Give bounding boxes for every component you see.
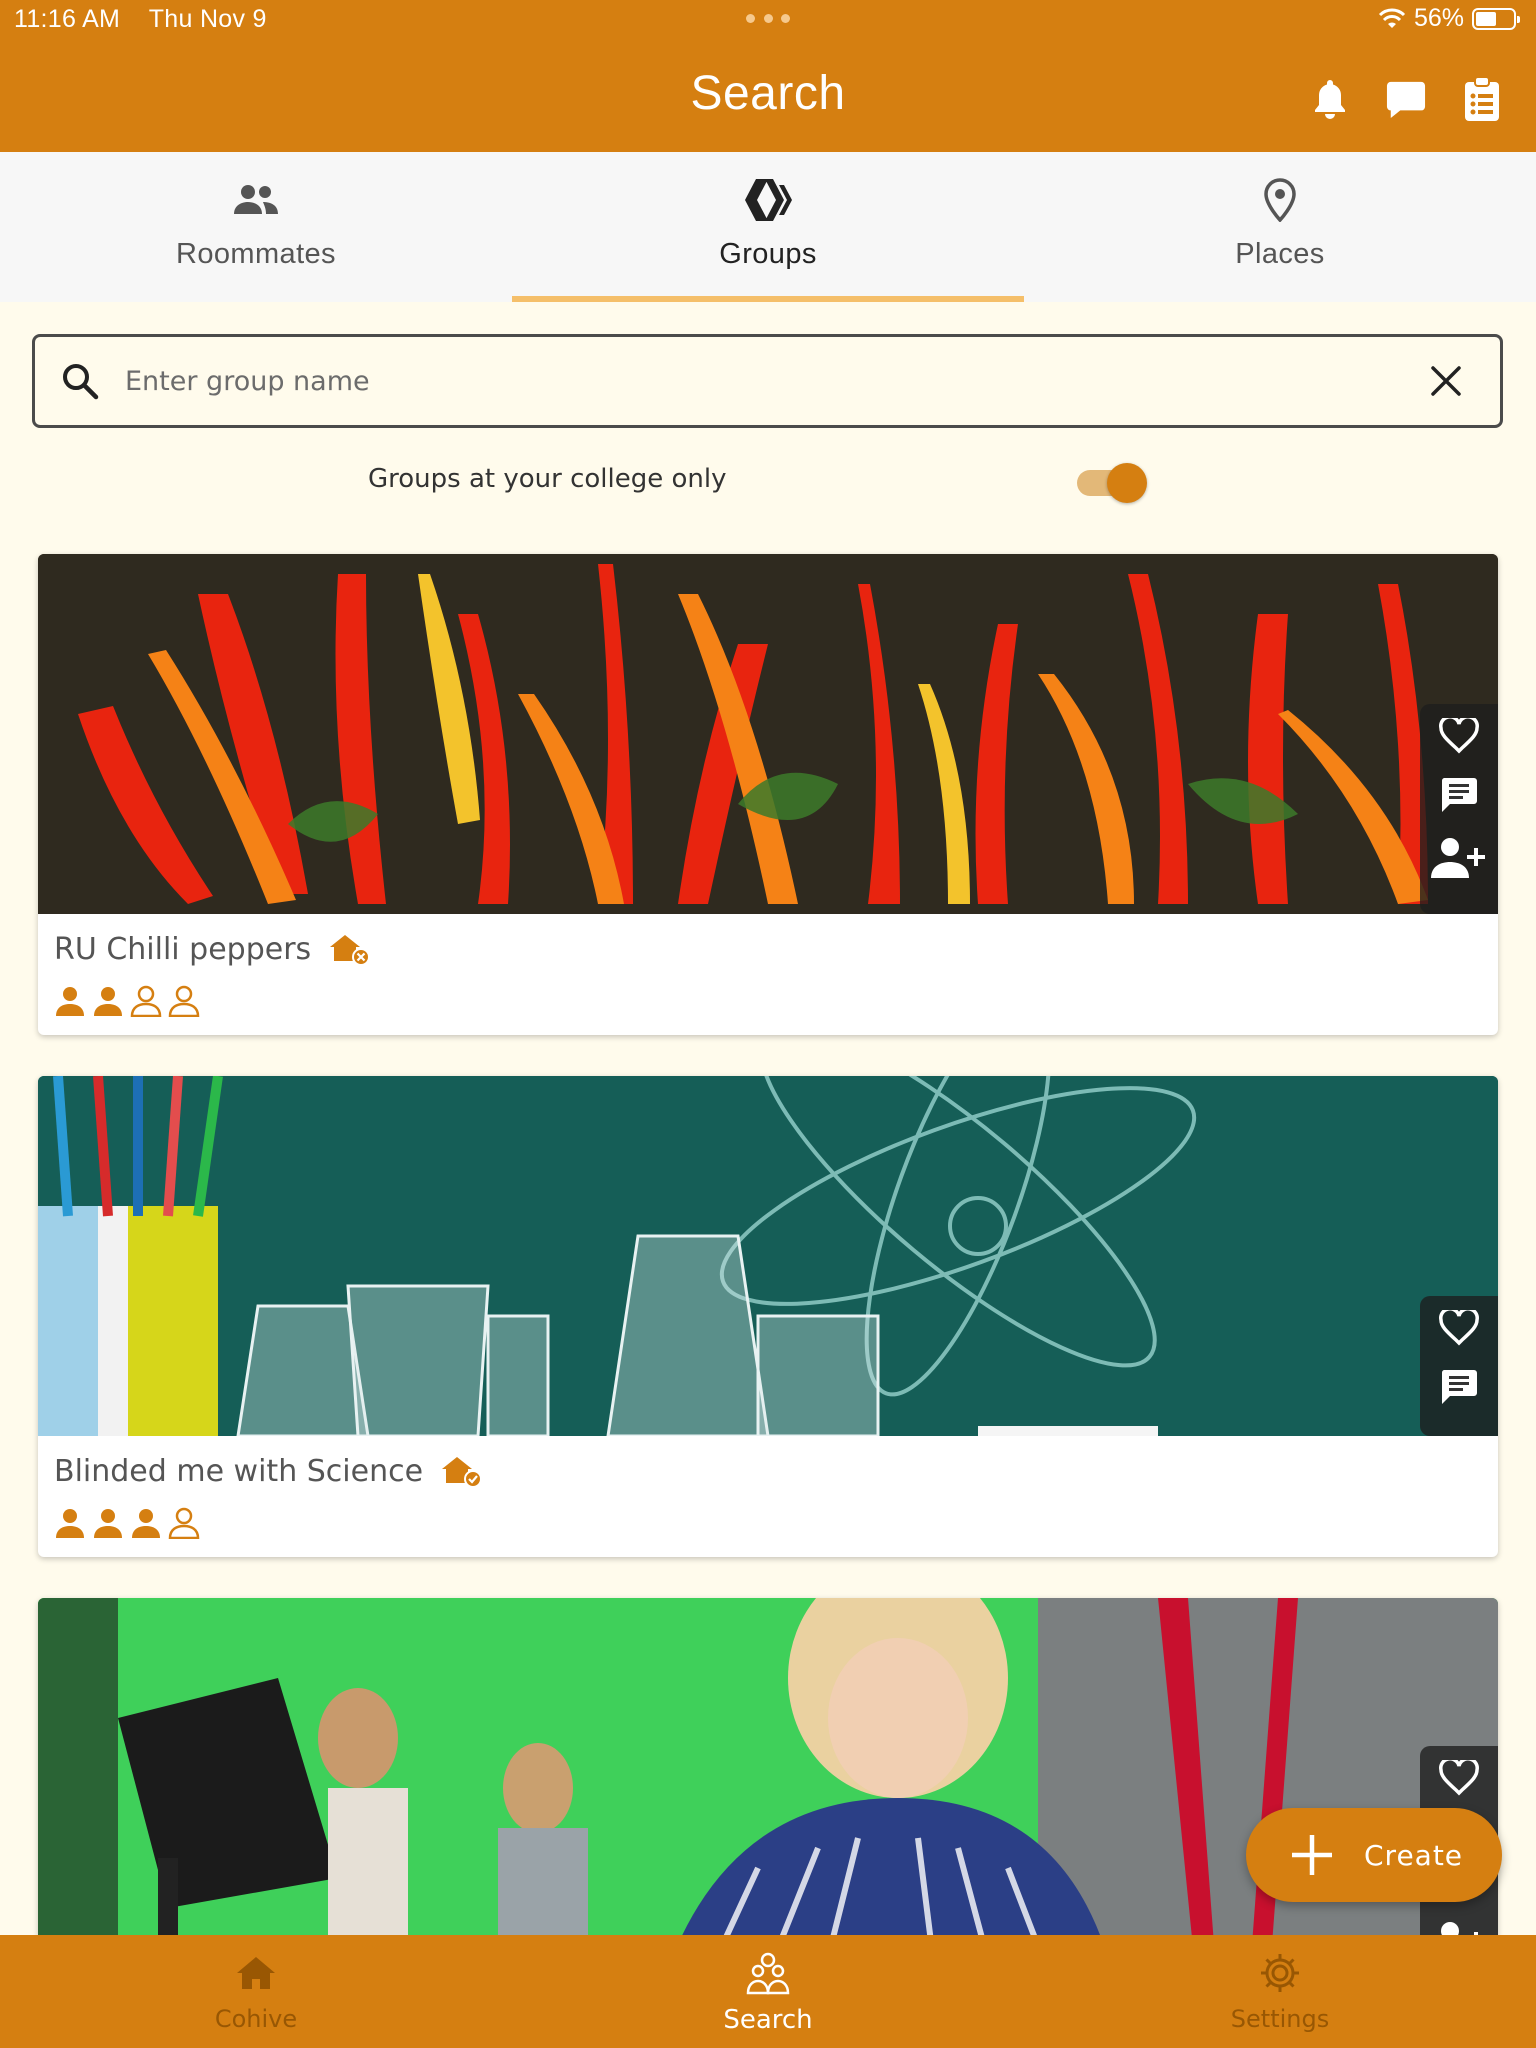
close-icon (1431, 366, 1461, 396)
notifications-button[interactable] (1310, 76, 1350, 122)
group-banner-image (38, 1076, 1498, 1436)
member-slots (54, 1507, 1482, 1539)
home-icon (237, 1957, 275, 1989)
college-filter-label: Groups at your college only (368, 464, 727, 494)
heart-icon[interactable] (1439, 718, 1479, 754)
group-search-box (32, 334, 1503, 428)
member-slots (54, 985, 1482, 1017)
clipboard-button[interactable] (1462, 76, 1502, 122)
nav-settings[interactable]: Settings (1024, 1935, 1536, 2048)
create-label: Create (1364, 1838, 1464, 1872)
group-actions (1420, 704, 1498, 914)
header-actions (1310, 76, 1502, 122)
create-group-button[interactable]: Create (1246, 1808, 1502, 1902)
bottom-navigation: Cohive Search Settings (0, 1935, 1536, 2048)
member-empty-icon (168, 985, 200, 1017)
group-name-input[interactable] (125, 365, 1430, 397)
battery-percent: 56% (1413, 4, 1464, 32)
group-name: RU Chilli peppers (54, 932, 312, 967)
tab-groups[interactable]: Groups (512, 152, 1024, 302)
status-indicators: 56% (1378, 4, 1520, 33)
tab-label: Groups (719, 238, 817, 270)
status-date: Thu Nov 9 (148, 5, 267, 33)
wifi-icon (1378, 8, 1406, 28)
house-check-icon (442, 1456, 483, 1488)
location-pin-icon (1264, 178, 1296, 222)
member-filled-icon (132, 1509, 160, 1538)
heart-icon[interactable] (1439, 1310, 1479, 1346)
nav-label: Settings (1230, 2005, 1330, 2033)
group-card[interactable]: RU Chilli peppers (38, 554, 1498, 1035)
tab-label: Roommates (176, 238, 336, 270)
clear-search-button[interactable] (1430, 365, 1470, 397)
chat-icon (1386, 81, 1426, 119)
top-bar: 11:16 AM Thu Nov 9 56% Search (0, 0, 1536, 152)
group-card[interactable]: Blinded me with Science (38, 1076, 1498, 1557)
heart-icon[interactable] (1439, 1760, 1479, 1796)
nav-label: Search (723, 2005, 813, 2035)
house-x-icon (330, 934, 371, 966)
message-icon[interactable] (1440, 776, 1478, 814)
gear-icon (1261, 1954, 1299, 1992)
member-empty-icon (130, 985, 162, 1017)
member-filled-icon (56, 987, 84, 1016)
search-people-icon (746, 1952, 790, 1995)
clipboard-icon (1465, 76, 1499, 121)
search-icon (61, 362, 101, 400)
nav-cohive[interactable]: Cohive (0, 1935, 512, 2048)
nav-search[interactable]: Search (512, 1935, 1024, 2048)
member-filled-icon (56, 1509, 84, 1538)
group-banner-image (38, 554, 1498, 914)
chat-button[interactable] (1386, 76, 1426, 122)
message-icon[interactable] (1440, 1368, 1478, 1406)
hive-icon (745, 179, 792, 221)
people-icon (234, 185, 278, 214)
bell-icon (1315, 80, 1345, 119)
tab-roommates[interactable]: Roommates (0, 152, 512, 302)
plus-icon (1292, 1835, 1332, 1875)
multitasking-dots[interactable] (746, 14, 790, 24)
status-clock: 11:16 AM (14, 5, 121, 33)
group-name: Blinded me with Science (54, 1454, 424, 1489)
battery-icon (1472, 7, 1520, 30)
add-person-icon[interactable] (1429, 836, 1489, 880)
college-filter-toggle[interactable] (1075, 462, 1149, 503)
tab-places[interactable]: Places (1024, 152, 1536, 302)
member-filled-icon (94, 987, 122, 1016)
member-filled-icon (94, 1509, 122, 1538)
group-actions (1420, 1296, 1498, 1436)
status-time: 11:16 AM Thu Nov 9 (14, 5, 267, 34)
nav-label: Cohive (214, 2005, 298, 2033)
member-empty-icon (168, 1507, 200, 1539)
search-tabs: Roommates Groups Places (0, 152, 1536, 302)
page-title: Search (690, 67, 846, 120)
tab-label: Places (1235, 238, 1325, 270)
